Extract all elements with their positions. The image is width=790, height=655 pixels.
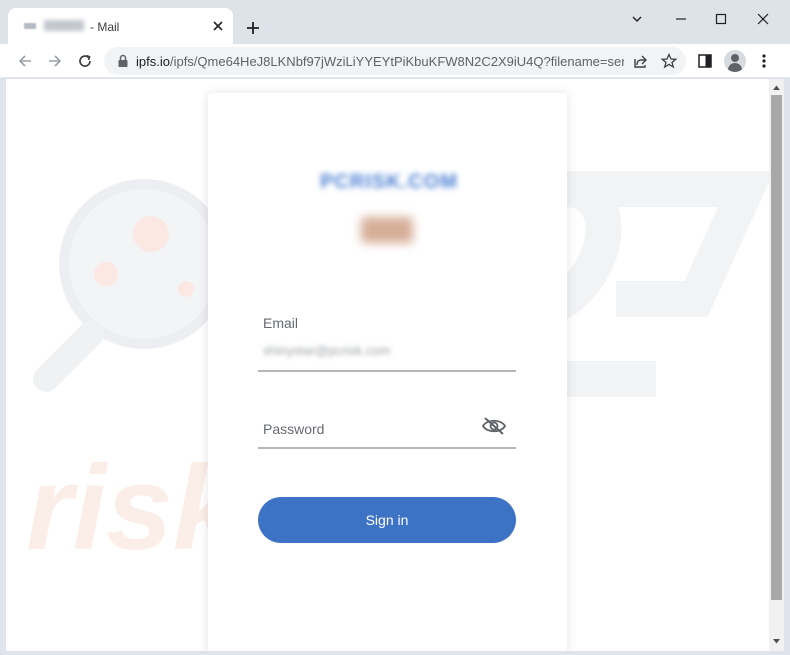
tab-title-blurred: [44, 20, 84, 31]
scroll-down-icon[interactable]: [772, 637, 781, 646]
email-underline: [258, 370, 516, 372]
url-text[interactable]: ipfs.io/ipfs/Qme64HeJ8LKNbf97jWziLiYYEYt…: [136, 54, 624, 69]
reload-icon[interactable]: [76, 52, 94, 70]
vertical-scrollbar[interactable]: [769, 79, 784, 651]
profile-body: [728, 63, 742, 72]
brand-badge-blurred: [361, 217, 413, 243]
profile-icon[interactable]: [724, 50, 746, 72]
profile-head: [731, 54, 739, 62]
eye-off-icon[interactable]: [481, 415, 507, 437]
close-icon[interactable]: [210, 18, 226, 34]
minimize-icon[interactable]: [672, 10, 690, 28]
login-card: PCRISK.COM Email shinystar@pcrisk.com Pa…: [208, 93, 567, 651]
tab-favicon-icon: [24, 23, 36, 29]
scrollbar-thumb[interactable]: [771, 95, 782, 600]
forward-arrow-icon[interactable]: [46, 52, 64, 70]
side-panel-icon[interactable]: [696, 52, 714, 70]
chevron-down-icon[interactable]: [628, 10, 646, 28]
browser-toolbar: ipfs.io/ipfs/Qme64HeJ8LKNbf97jWziLiYYEYt…: [0, 44, 790, 78]
url-host: ipfs.io: [136, 54, 170, 69]
scroll-up-icon[interactable]: [772, 83, 781, 92]
tab-title: - Mail: [90, 20, 120, 34]
window-close-icon[interactable]: [754, 10, 772, 28]
title-bar: - Mail: [0, 0, 790, 44]
url-path: /ipfs/Qme64HeJ8LKNbf97jWziLiYYEYtPiKbuKF…: [169, 54, 624, 69]
plus-icon[interactable]: [244, 19, 262, 37]
star-icon[interactable]: [660, 52, 678, 70]
lock-icon[interactable]: [116, 53, 130, 69]
password-underline: [258, 447, 516, 449]
brand-logo-blurred: PCRISK.COM: [320, 171, 458, 193]
back-arrow-icon[interactable]: [16, 52, 34, 70]
browser-tab[interactable]: - Mail: [8, 8, 233, 44]
window-frame-right: [784, 78, 790, 655]
more-menu-icon[interactable]: [755, 52, 773, 70]
window-frame-bottom: [0, 651, 790, 655]
email-label: Email: [263, 315, 299, 331]
share-icon[interactable]: [632, 52, 650, 70]
sign-in-button[interactable]: Sign in: [258, 497, 516, 543]
password-field[interactable]: Password: [263, 421, 324, 437]
page-viewport: risk.com PCRISK.COM Email shinystar@pcri…: [6, 79, 769, 651]
email-field[interactable]: shinystar@pcrisk.com: [263, 343, 390, 358]
address-bar[interactable]: ipfs.io/ipfs/Qme64HeJ8LKNbf97jWziLiYYEYt…: [104, 47, 686, 75]
maximize-icon[interactable]: [712, 10, 730, 28]
